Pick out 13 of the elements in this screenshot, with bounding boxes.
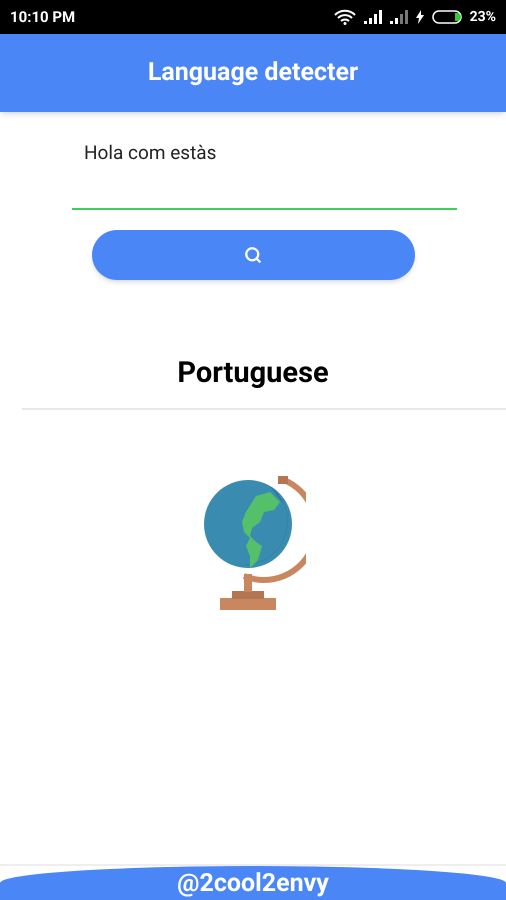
status-time: 10:10 PM [10,6,76,28]
text-input-field[interactable]: Hola com estàs [72,132,457,210]
search-button[interactable] [92,230,414,280]
battery-percent: 23% [470,8,496,26]
app-title: Language detecter [148,57,358,90]
charging-icon [416,10,424,24]
detected-language: Portuguese [177,355,329,392]
search-icon [244,246,262,264]
battery-icon [432,10,462,24]
signal-icon [364,10,382,24]
signal-icon [390,10,408,24]
wifi-icon [334,9,356,25]
footer-handle: @2cool2envy [177,870,329,896]
